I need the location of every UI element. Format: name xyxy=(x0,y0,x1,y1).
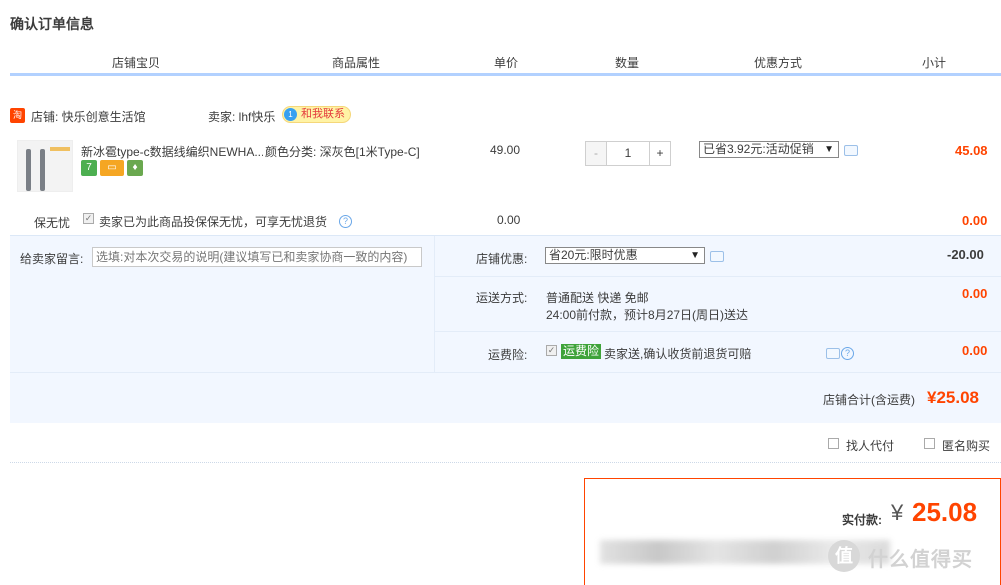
message-label: 给卖家留言: xyxy=(20,252,84,266)
insurance-subtotal: 0.00 xyxy=(962,213,988,228)
payment-amount: 25.08 xyxy=(912,497,978,527)
quantity-increase-button[interactable]: + xyxy=(649,141,671,166)
insurance-price: 0.00 xyxy=(497,213,521,227)
shipping-amount: 0.00 xyxy=(962,286,988,301)
product-attribute: 颜色分类: 深灰色[1米Type-C] xyxy=(265,145,420,159)
payment-label: 实付款: xyxy=(842,513,882,527)
panel-divider xyxy=(434,236,435,372)
freight-insurance-label: 运费险: xyxy=(488,348,528,362)
proxy-pay-label[interactable]: 找人代付 xyxy=(846,437,894,454)
cable-image-part xyxy=(26,149,31,191)
help-icon[interactable]: ? xyxy=(841,347,854,360)
dropdown-arrow-icon: ▼ xyxy=(824,144,834,155)
quantity-input[interactable]: 1 xyxy=(606,141,650,166)
item-subtotal: 45.08 xyxy=(955,143,988,158)
freight-insurance-tag: 运费险 xyxy=(561,344,602,359)
shop-name-link[interactable]: 店铺: 快乐创意生活馆 xyxy=(31,108,146,125)
column-header-quantity: 数量 xyxy=(614,56,639,70)
cable-image-part xyxy=(50,147,70,151)
wangwang-chat-icon: 1 xyxy=(284,108,297,121)
header-separator xyxy=(687,76,689,79)
shop-discount-select[interactable]: 省20元:限时优惠 ▼ xyxy=(545,247,705,264)
page-title: 确认订单信息 xyxy=(10,16,94,32)
product-thumbnail[interactable] xyxy=(17,140,73,192)
seven-day-return-icon[interactable]: 7 xyxy=(81,160,97,176)
insurance-description: 卖家已为此商品投保保无忧，可享无忧退货 xyxy=(99,215,328,229)
chat-bubble-icon[interactable] xyxy=(710,251,724,262)
product-title-link[interactable]: 新冰雹type-c数据线编织NEWHA... xyxy=(81,143,263,160)
panel-divider xyxy=(435,331,1001,332)
unit-price: 49.00 xyxy=(490,143,521,157)
anonymous-checkbox[interactable] xyxy=(924,438,935,449)
panel-divider xyxy=(10,372,1001,373)
column-header-subtotal: 小计 xyxy=(921,56,946,70)
column-header-promotion: 优惠方式 xyxy=(753,56,802,70)
column-header-attributes: 商品属性 xyxy=(331,56,380,70)
watermark-text: 什么值得买 xyxy=(868,549,973,571)
dropdown-arrow-icon: ▼ xyxy=(690,250,700,261)
freight-insurance-amount: 0.00 xyxy=(962,343,988,358)
column-header-price: 单价 xyxy=(493,56,518,70)
chat-bubble-icon[interactable] xyxy=(844,145,858,156)
panel-divider xyxy=(435,276,1001,277)
seller-message-input[interactable] xyxy=(92,247,422,267)
header-underline xyxy=(10,73,1001,76)
credit-card-icon[interactable]: ▭ xyxy=(100,160,124,176)
payment-currency: ¥ xyxy=(891,500,904,525)
watermark-logo: 值 xyxy=(828,540,860,572)
column-header-item: 店铺宝贝 xyxy=(111,56,160,70)
header-separator xyxy=(264,76,266,79)
insurance-checkbox: ✓ xyxy=(83,213,94,224)
freight-insurance-text: 卖家送,确认收货前退货可赔 xyxy=(604,347,752,361)
anonymous-label[interactable]: 匿名购买 xyxy=(942,437,990,454)
shipping-eta: 24:00前付款，预计8月27日(周日)送达 xyxy=(546,308,749,322)
shop-total-amount: ¥25.08 xyxy=(927,388,979,407)
proxy-pay-checkbox[interactable] xyxy=(828,438,839,449)
shop-discount-label: 店铺优惠: xyxy=(476,252,528,266)
shop-discount-amount: -20.00 xyxy=(947,247,984,262)
cable-image-part xyxy=(40,149,45,191)
options-divider xyxy=(10,462,1001,463)
header-separator xyxy=(445,76,447,79)
tmall-shop-icon: 淘 xyxy=(10,108,25,123)
promotion-select-value: 已省3.92元:活动促销 xyxy=(703,142,814,156)
quantity-decrease-button[interactable]: - xyxy=(585,141,607,166)
help-icon[interactable]: ? xyxy=(339,215,352,228)
promotion-select[interactable]: 已省3.92元:活动促销 ▼ xyxy=(699,141,839,158)
shop-total-label: 店铺合计(含运费) xyxy=(823,393,915,407)
seller-name: 卖家: lhf快乐 xyxy=(208,110,276,124)
freight-insurance-checkbox: ✓ xyxy=(546,345,557,356)
header-separator xyxy=(867,76,869,79)
shop-discount-value: 省20元:限时优惠 xyxy=(549,248,638,262)
chat-bubble-icon[interactable] xyxy=(826,348,840,359)
shipping-method: 普通配送 快递 免邮 xyxy=(546,291,649,305)
header-separator xyxy=(566,76,568,79)
service-guarantee-icon[interactable]: ♦ xyxy=(127,160,143,176)
insurance-label: 保无忧 xyxy=(34,216,71,230)
shipping-label: 运送方式: xyxy=(476,291,528,305)
